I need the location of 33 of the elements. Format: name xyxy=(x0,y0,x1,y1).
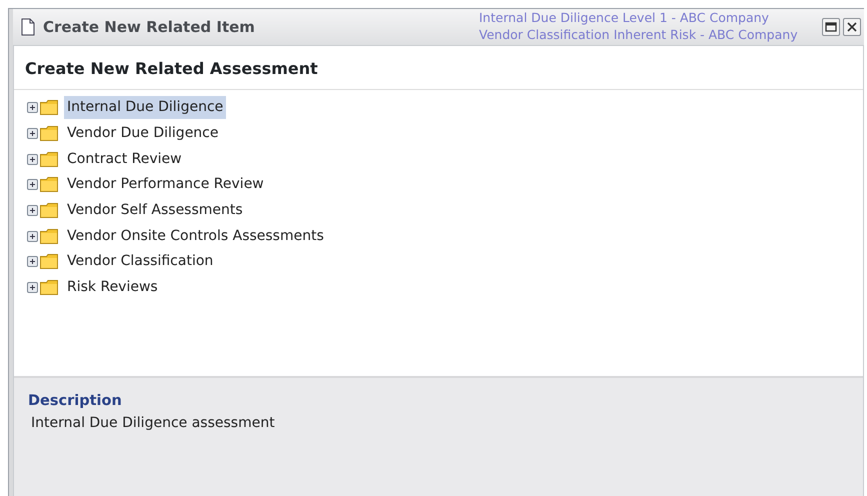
expander-icon[interactable] xyxy=(27,128,38,140)
expander-icon[interactable] xyxy=(27,179,38,190)
tree-item[interactable]: Vendor Onsite Controls Assessments xyxy=(64,224,327,248)
description-title: Description xyxy=(28,392,123,411)
tree-item[interactable]: Risk Reviews xyxy=(64,276,161,300)
expander-icon[interactable] xyxy=(27,230,38,242)
folder-icon xyxy=(40,254,58,270)
folder-icon xyxy=(40,280,58,296)
folder-icon xyxy=(40,203,58,218)
tree-item[interactable]: Contract Review xyxy=(64,148,185,171)
folder-icon xyxy=(40,126,58,142)
expander-icon[interactable] xyxy=(27,102,38,114)
tree-item[interactable]: Vendor Performance Review xyxy=(64,173,267,196)
maximize-button[interactable] xyxy=(822,18,840,36)
close-button[interactable] xyxy=(842,18,861,36)
description-text: Internal Due Diligence assessment xyxy=(30,414,276,433)
dialog-heading: Create New Related Assessment xyxy=(14,46,863,90)
close-icon xyxy=(846,22,857,32)
tree-item[interactable]: Vendor Due Diligence xyxy=(64,122,222,146)
expander-icon[interactable] xyxy=(27,256,38,268)
window-title: Create New Related Item xyxy=(43,16,255,38)
folder-icon xyxy=(40,152,58,167)
maximize-icon xyxy=(824,22,836,32)
tree-item[interactable]: Vendor Self Assessments xyxy=(64,199,246,222)
folder-icon xyxy=(40,228,58,244)
tree-item[interactable]: Internal Due Diligence xyxy=(64,96,226,120)
expander-icon[interactable] xyxy=(27,154,38,165)
expander-icon[interactable] xyxy=(27,282,38,294)
folder-icon xyxy=(40,177,58,192)
document-icon xyxy=(21,18,35,36)
folder-icon xyxy=(40,100,58,116)
tree-item[interactable]: Vendor Classification xyxy=(64,250,216,274)
expander-icon[interactable] xyxy=(27,205,38,216)
